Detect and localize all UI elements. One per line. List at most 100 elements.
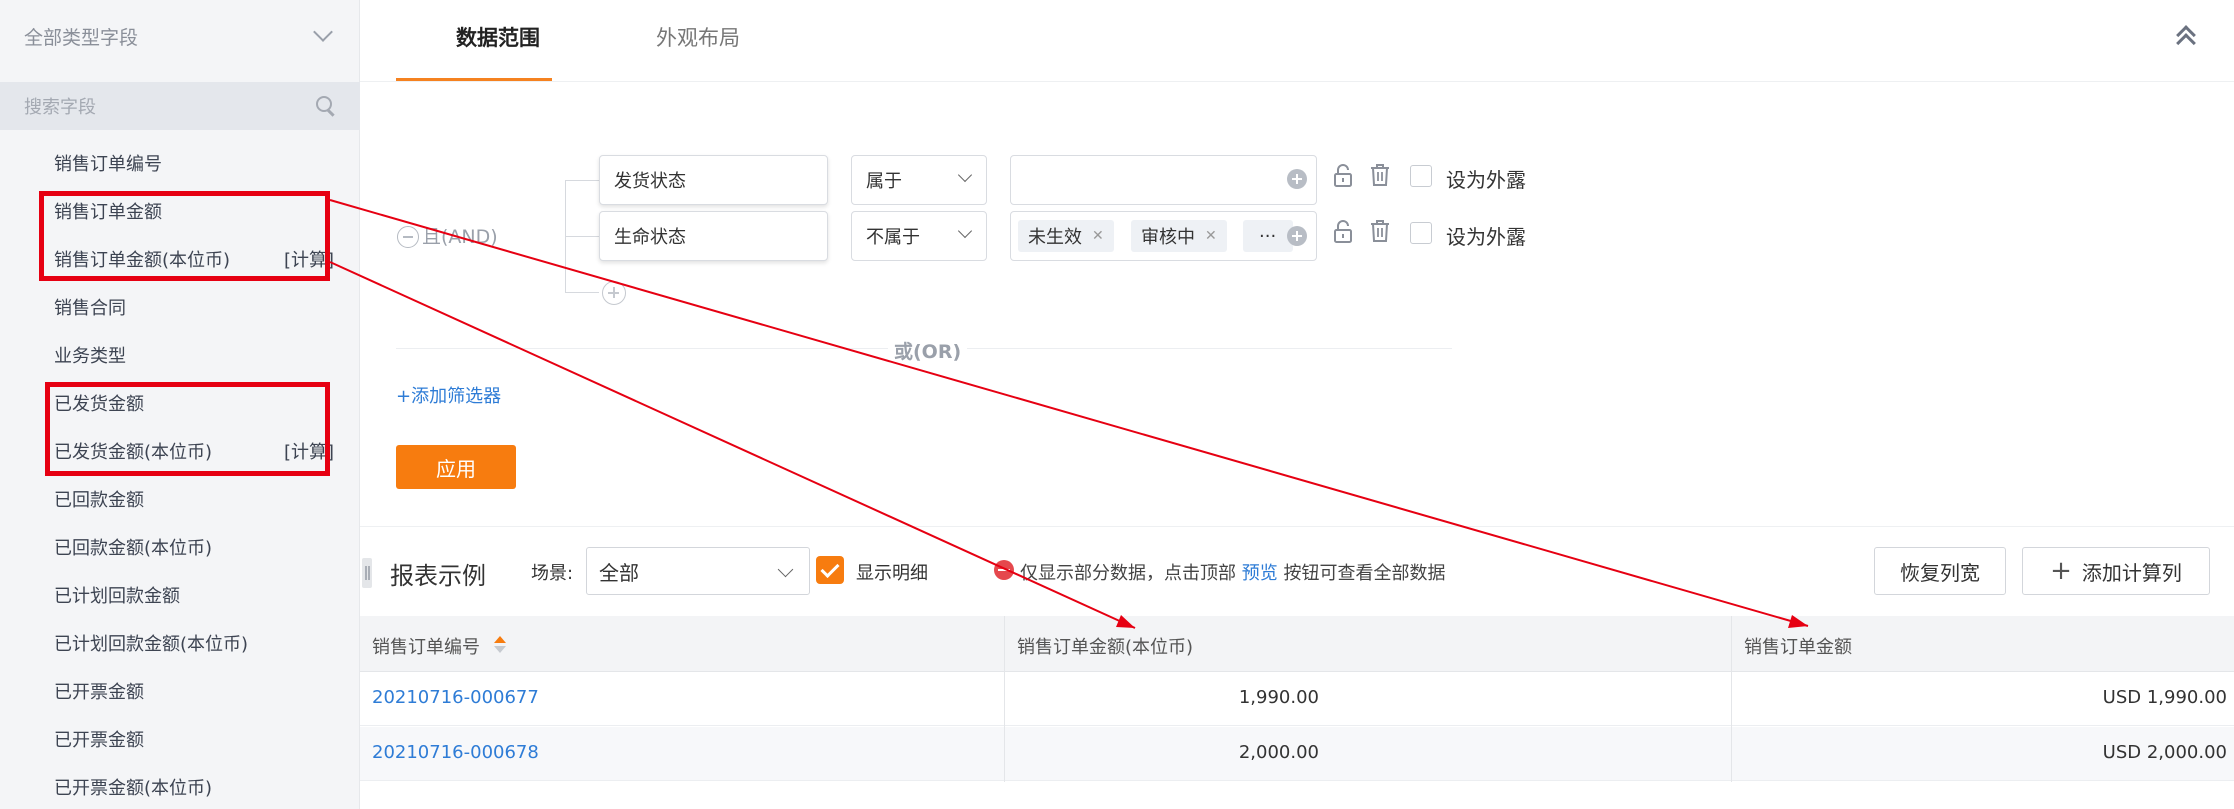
field-item[interactable]: 业务类型 (54, 340, 334, 370)
field-item[interactable]: 销售订单编号 (54, 148, 334, 178)
sort-icon[interactable] (493, 636, 507, 654)
value-chip-more[interactable]: ··· (1243, 220, 1293, 252)
condition-field-select[interactable]: 发货状态 (599, 155, 828, 205)
scene-label: 场景: (531, 563, 574, 584)
search-icon[interactable] (316, 96, 336, 116)
order-number-link[interactable]: 20210716-000678 (372, 742, 539, 763)
table-header: 销售订单编号 销售订单金额(本位币) 销售订单金额 (360, 616, 2234, 672)
condition-field-label: 生命状态 (614, 227, 686, 248)
condition-operator-select[interactable]: 属于 (851, 155, 987, 205)
chevron-down-icon (313, 22, 333, 42)
add-calc-column-label: 添加计算列 (2081, 560, 2182, 585)
value-chip-label: 未生效 (1028, 227, 1082, 248)
tree-connector (565, 236, 599, 237)
field-item-label: 已回款金额(本位币) (54, 538, 213, 559)
or-group-label[interactable]: 或(OR) (888, 337, 968, 364)
field-item[interactable]: 已计划回款金额(本位币) (54, 628, 334, 658)
scene-select-value: 全部 (599, 560, 639, 585)
preview-note-suffix: 按钮可查看全部数据 (1283, 563, 1446, 584)
column-header[interactable]: 销售订单金额 (1744, 633, 1852, 659)
field-type-select[interactable]: 全部类型字段 (0, 0, 360, 72)
remove-group-icon[interactable] (397, 226, 419, 248)
info-icon (994, 560, 1014, 580)
add-condition-icon[interactable] (602, 281, 626, 305)
trash-icon[interactable] (1369, 219, 1391, 243)
tab-appearance-layout[interactable]: 外观布局 (656, 22, 740, 52)
field-item[interactable]: 销售合同 (54, 292, 334, 322)
condition-operator-label: 属于 (866, 171, 902, 192)
field-item-label: 已开票金额(本位币) (54, 778, 213, 799)
condition-field-select[interactable]: 生命状态 (599, 211, 828, 261)
field-item[interactable]: 已开票金额 (54, 724, 334, 754)
expose-label: 设为外露 (1446, 225, 1526, 249)
close-icon[interactable]: ✕ (1205, 228, 1217, 244)
collapse-up-icon[interactable] (2176, 22, 2198, 53)
field-search-input[interactable]: 搜索字段 (0, 82, 360, 130)
field-item[interactable]: 已计划回款金额 (54, 580, 334, 610)
chevron-down-icon (957, 223, 973, 239)
value-chip-more-label: ··· (1259, 225, 1277, 247)
top-tabs: 数据范围 外观布局 (360, 0, 2234, 82)
field-item-label: 销售合同 (54, 298, 126, 319)
add-value-icon[interactable] (1287, 169, 1307, 189)
apply-button[interactable]: 应用 (396, 445, 516, 489)
and-group-label: 且(AND) (422, 226, 498, 248)
field-item[interactable]: 已回款金额 (54, 484, 334, 514)
amount-cell: USD 2,000.00 (2102, 742, 2227, 763)
amount-base-cell: 2,000.00 (1238, 742, 1319, 763)
drag-handle[interactable] (362, 558, 372, 588)
amount-base-cell: 1,990.00 (1238, 687, 1319, 708)
condition-value-input[interactable] (1010, 155, 1317, 205)
lock-icon[interactable] (1332, 220, 1354, 244)
active-tab-indicator (396, 78, 552, 81)
condition-operator-select[interactable]: 不属于 (851, 211, 987, 261)
table-row: 20210716-000677 1,990.00 USD 1,990.00 (360, 672, 2234, 726)
tab-data-range[interactable]: 数据范围 (456, 22, 540, 52)
table-row: 20210716-000678 2,000.00 USD 2,000.00 (360, 727, 2234, 781)
column-divider[interactable] (1731, 616, 1732, 782)
preview-note-prefix: 仅显示部分数据，点击顶部 (1020, 563, 1236, 584)
preview-link[interactable]: 预览 (1242, 563, 1278, 584)
lock-icon[interactable] (1332, 164, 1354, 188)
value-chip[interactable]: 未生效 ✕ (1018, 220, 1114, 252)
field-item-label: 业务类型 (54, 346, 126, 367)
add-value-icon[interactable] (1287, 226, 1307, 246)
field-item-label: 已计划回款金额 (54, 586, 180, 607)
reset-column-width-button[interactable]: 恢复列宽 (1874, 547, 2006, 595)
field-item-label: 已回款金额 (54, 490, 144, 511)
chevron-down-icon (777, 561, 794, 578)
field-item-label: 销售订单编号 (54, 154, 162, 175)
value-chip[interactable]: 审核中 ✕ (1131, 220, 1227, 252)
order-number-link[interactable]: 20210716-000677 (372, 687, 539, 708)
tree-connector (565, 292, 599, 293)
column-divider[interactable] (1004, 616, 1005, 782)
value-chip-label: 审核中 (1141, 227, 1195, 248)
highlight-box (45, 382, 330, 476)
tree-connector (565, 180, 599, 181)
field-item[interactable]: 已开票金额(本位币) (54, 772, 334, 802)
add-filter-link[interactable]: +添加筛选器 (396, 382, 501, 408)
expose-checkbox[interactable] (1410, 222, 1432, 244)
field-item[interactable]: 已回款金额(本位币) (54, 532, 334, 562)
show-detail-checkbox[interactable] (816, 556, 844, 584)
field-item-label: 已开票金额 (54, 682, 144, 703)
plus-icon: + (2050, 556, 2072, 586)
column-header[interactable]: 销售订单金额(本位币) (1017, 633, 1193, 659)
trash-icon[interactable] (1369, 163, 1391, 187)
preview-note: 仅显示部分数据，点击顶部 预览 按钮可查看全部数据 (1020, 559, 1445, 585)
column-header[interactable]: 销售订单编号 (372, 633, 480, 659)
field-item[interactable]: 已开票金额 (54, 676, 334, 706)
chevron-down-icon (957, 167, 973, 183)
add-calc-column-button[interactable]: + 添加计算列 (2022, 547, 2210, 595)
condition-operator-label: 不属于 (866, 227, 920, 248)
highlight-box (39, 191, 330, 281)
report-editor: 全部类型字段 搜索字段 销售订单编号 销售订单金额 销售订单金额(本位币) [计算… (0, 0, 2234, 809)
close-icon[interactable]: ✕ (1092, 228, 1104, 244)
amount-cell: USD 1,990.00 (2102, 687, 2227, 708)
report-title: 报表示例 (390, 562, 486, 590)
expose-checkbox[interactable] (1410, 165, 1432, 187)
field-search-placeholder: 搜索字段 (24, 97, 96, 118)
scene-select[interactable]: 全部 (586, 547, 810, 595)
expose-label: 设为外露 (1446, 168, 1526, 192)
field-item-label: 已计划回款金额(本位币) (54, 634, 249, 655)
